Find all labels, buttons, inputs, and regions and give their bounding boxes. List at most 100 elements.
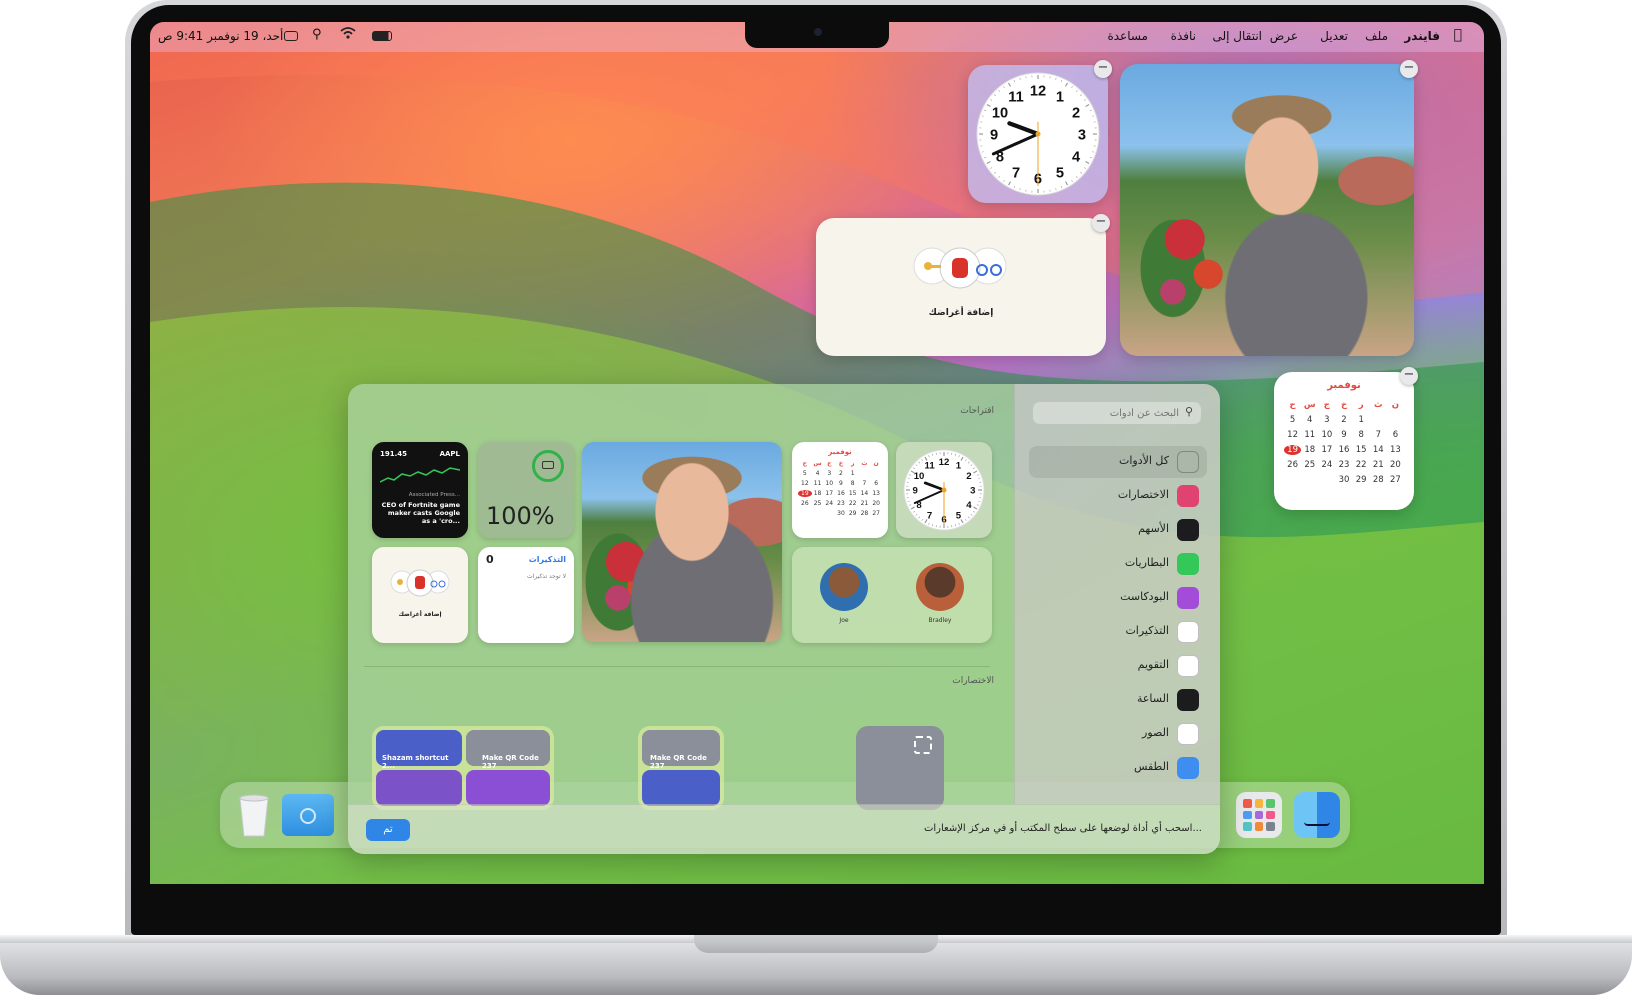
sidebar-item[interactable]: الصور	[1029, 718, 1207, 750]
calendar-day: 30	[837, 510, 845, 517]
menu-datetime[interactable]: أحد، 19 نوفمبر 9:41 ص	[158, 29, 283, 43]
sidebar-item[interactable]: الساعة	[1029, 684, 1207, 716]
sidebar-item[interactable]: التقويم	[1029, 650, 1207, 682]
sidebar-item-label: كل الأدوات	[1118, 454, 1169, 467]
search-field[interactable]: ⚲	[1033, 402, 1201, 424]
reminders-widget[interactable]: التذكيرات 0 لا توجد تذكيرات	[478, 547, 574, 643]
contact-name-bradley: Bradley	[928, 617, 952, 624]
calendar-day: 2	[839, 470, 843, 477]
contact-avatar-joe	[820, 563, 868, 611]
calendar-day: 21	[860, 500, 869, 507]
sidebar-item[interactable]: التذكيرات	[1029, 616, 1207, 648]
downloads-folder-icon[interactable]	[282, 794, 334, 836]
calendar-day: 26	[1287, 460, 1298, 470]
calendar-day: 29	[1355, 475, 1367, 485]
calendar-day: 16	[1338, 445, 1350, 455]
shortcut-tile[interactable]	[466, 770, 550, 806]
calendar-day: 6	[874, 480, 879, 487]
sidebar-item-label: الأسهم	[1138, 522, 1169, 535]
clock-number: 3	[1078, 127, 1086, 143]
find-my-widget-preview[interactable]: إضافة أغراضك	[372, 547, 468, 643]
clock-number: 2	[1072, 106, 1080, 122]
menu-help[interactable]: مساعدة	[1107, 29, 1148, 43]
calendar-day: 10	[1321, 430, 1333, 440]
calendar-widget-preview[interactable]: نوفمبر ن ث ر خ ج س ح 1 2 3 4 5 6 7 8 9 10 11 12 13 14 15 16 17 1…	[792, 442, 888, 538]
stocks-icon	[1177, 519, 1199, 541]
sidebar-item[interactable]: الاختصارات	[1029, 480, 1207, 512]
calendar-month: نوفمبر	[1327, 380, 1361, 391]
sidebar-item[interactable]: الأسهم	[1029, 514, 1207, 546]
sidebar-item-label: الصور	[1142, 726, 1169, 739]
menu-window[interactable]: نافذة	[1171, 29, 1196, 43]
calendar-day: 11	[1304, 430, 1316, 440]
contacts-widget[interactable]: Joe Bradley	[792, 547, 992, 643]
battery-widget[interactable]: 100%	[478, 442, 574, 538]
control-center-icon[interactable]	[284, 31, 298, 41]
calendar-day	[859, 470, 871, 477]
stocks-widget[interactable]: 191.45 AAPL Associated Press... CEO of F…	[372, 442, 468, 538]
shortcut-single-widget[interactable]	[856, 726, 944, 810]
calendar-day	[1318, 475, 1335, 485]
photo-widget-preview[interactable]	[582, 442, 782, 642]
calendar-widget[interactable]: نوفمبر ن ث ر خ ج س ح 1 2 3 4 5 6 7 8 9 10 11 12 13 14 15 16 17 1…	[1274, 372, 1414, 510]
calendar-day: 3	[827, 470, 832, 477]
shortcut-tile[interactable]: Make QR Code 237	[466, 730, 550, 770]
shortcut-tile[interactable]: Make QR Code 237	[642, 730, 720, 770]
menu-file[interactable]: ملف	[1365, 29, 1388, 43]
weekday-label: س	[813, 460, 822, 467]
sidebar-item-label: الساعة	[1136, 692, 1169, 705]
clock-number: 4	[966, 500, 972, 511]
shortcut-tile[interactable]	[642, 770, 720, 806]
menu-view[interactable]: عرض	[1270, 29, 1298, 43]
remove-clock-widget-button[interactable]: −	[1094, 60, 1112, 78]
calendar-day: 13	[872, 490, 880, 497]
calendar-day: 5	[802, 470, 807, 477]
search-icon[interactable]: ⚲	[312, 27, 322, 42]
clock-number: 7	[927, 511, 932, 522]
shortcuts-widget-medium[interactable]: Shazam shortcut 2... Make QR Code 237	[372, 726, 554, 810]
weekday-label: خ	[1340, 400, 1348, 410]
sidebar-item[interactable]: الطقس	[1029, 752, 1207, 784]
remove-calendar-widget-button[interactable]: −	[1400, 367, 1418, 385]
shortcuts-widget-small[interactable]: Make QR Code 237	[638, 726, 724, 810]
calendar-day: 4	[1307, 415, 1313, 425]
items-icons	[913, 247, 1007, 289]
calendar-day	[798, 510, 812, 517]
find-my-widget[interactable]: إضافة أغراضك	[816, 218, 1106, 356]
shortcut-tile[interactable]	[376, 770, 462, 806]
sidebar-item[interactable]: البودكاست	[1029, 582, 1207, 614]
wifi-icon[interactable]	[340, 26, 356, 43]
clock-number: 5	[956, 511, 962, 522]
stock-ticker: AAPL	[439, 450, 460, 458]
weekday-label: س	[1303, 400, 1316, 410]
calendar-day: 8	[1358, 430, 1364, 440]
done-button[interactable]: تم	[366, 819, 410, 841]
calendar-day: 24	[1321, 460, 1333, 470]
camera-dot	[814, 28, 822, 36]
sidebar-item[interactable]: البطاريات	[1029, 548, 1207, 580]
battery-icon[interactable]	[372, 31, 392, 41]
apple-icon[interactable]: 	[1454, 27, 1462, 43]
clock-widget[interactable]: 12 1 2 3 4 5 6 7 8 9 10 11	[968, 65, 1108, 203]
sidebar-item-label: البودكاست	[1120, 590, 1169, 603]
launchpad-icon[interactable]	[1236, 792, 1282, 838]
search-input[interactable]	[1059, 404, 1179, 422]
menu-app-name[interactable]: فايندر	[1404, 29, 1440, 43]
calendar-day: 18	[813, 490, 822, 497]
calendar-day: 1	[1358, 415, 1364, 425]
calendar-day: 23	[837, 500, 845, 507]
clock-number: 2	[966, 471, 971, 482]
menu-go[interactable]: انتقال إلى	[1212, 29, 1262, 43]
calendar-day: 30	[1338, 475, 1350, 485]
photos-icon	[1177, 723, 1199, 745]
remove-photo-widget-button[interactable]: −	[1400, 60, 1418, 78]
sidebar-item[interactable]: كل الأدوات	[1029, 446, 1207, 478]
photo-widget[interactable]	[1120, 64, 1414, 356]
clock-number: 7	[1012, 166, 1020, 182]
remove-find-my-widget-button[interactable]: −	[1092, 214, 1110, 232]
trash-icon[interactable]	[234, 792, 274, 838]
menu-edit[interactable]: تعديل	[1320, 29, 1348, 43]
finder-icon[interactable]	[1294, 792, 1340, 838]
shortcut-tile[interactable]: Shazam shortcut 2...	[376, 730, 462, 770]
clock-widget-preview[interactable]: 121234567891011	[896, 442, 992, 538]
